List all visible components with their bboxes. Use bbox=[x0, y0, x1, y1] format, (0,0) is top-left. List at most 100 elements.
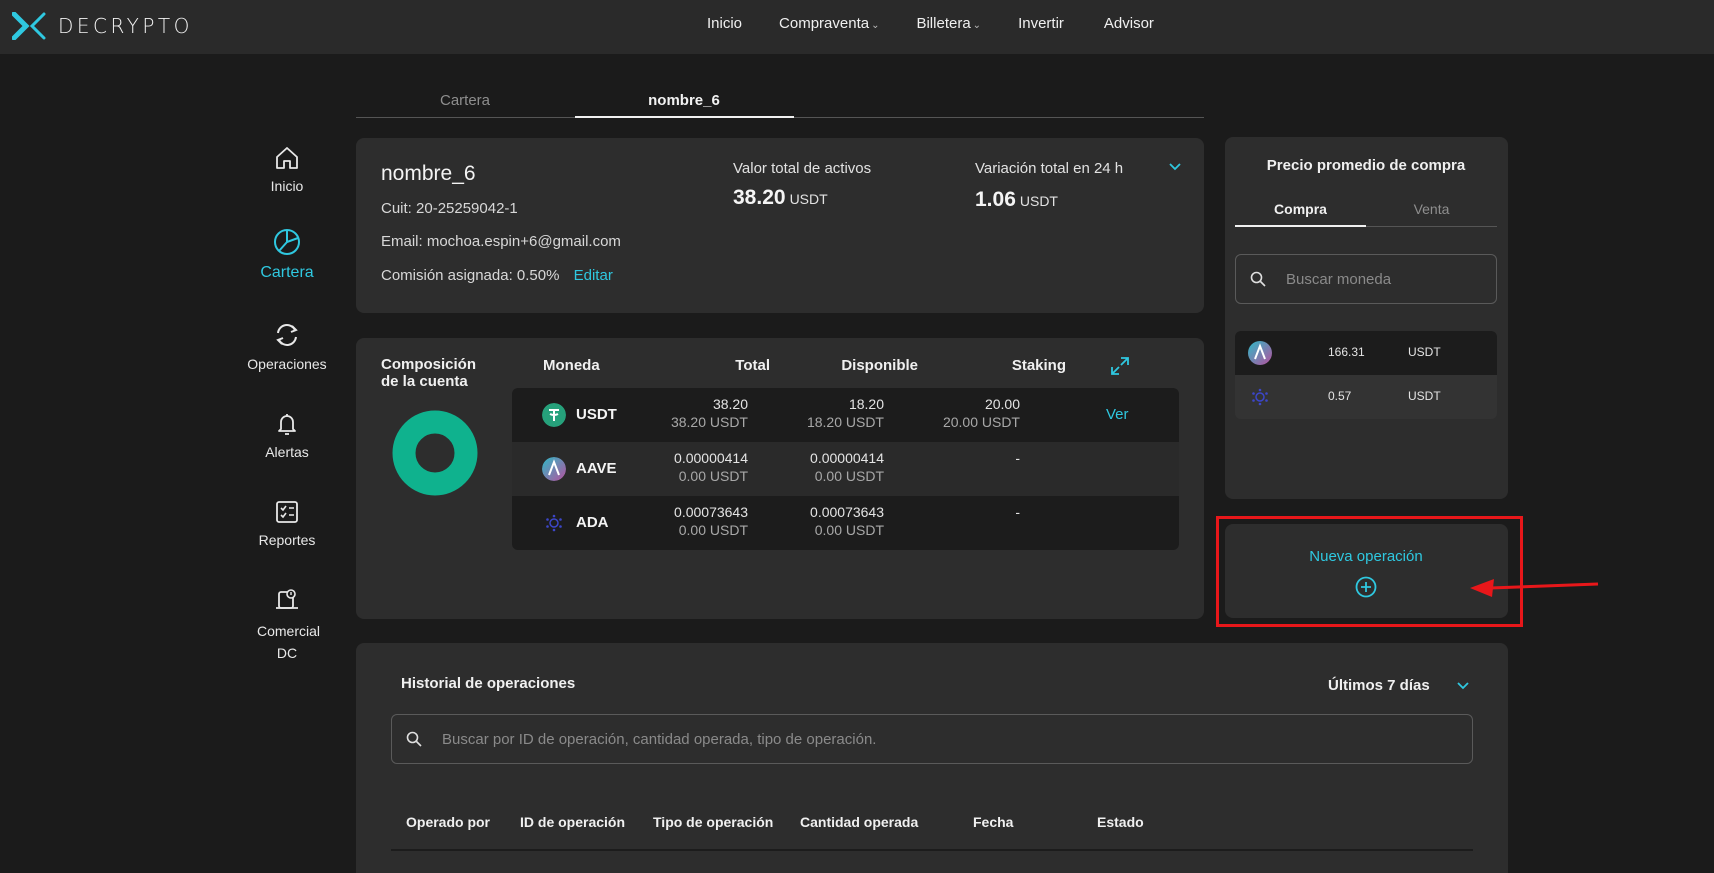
cardano-icon bbox=[1252, 388, 1268, 406]
column-header-disponible: Disponible bbox=[841, 357, 918, 374]
sidebar-item-label: Comercial DC bbox=[257, 623, 321, 661]
sidebar-item-reportes[interactable]: Reportes bbox=[240, 498, 334, 548]
exchange-icon bbox=[276, 324, 298, 346]
coin-search bbox=[1235, 254, 1497, 304]
account-tabs: Cartera nombre_6 bbox=[356, 86, 1204, 118]
variation-unit: USDT bbox=[1019, 193, 1058, 209]
staking-amount: 20.00 bbox=[984, 396, 1020, 412]
total-usdt: 0.00 USDT bbox=[678, 468, 748, 484]
tab-venta[interactable]: Venta bbox=[1366, 201, 1497, 217]
account-commission-row: Comisión asignada: 0.50% Editar bbox=[381, 267, 613, 284]
expand-icon[interactable] bbox=[1110, 356, 1130, 376]
list-item[interactable]: 0.57 USDT bbox=[1235, 375, 1497, 419]
composition-donut bbox=[392, 410, 478, 496]
sidebar-item-comercial[interactable]: Comercial DC bbox=[240, 586, 334, 664]
avg-price-tabs: Compra Venta bbox=[1235, 199, 1497, 227]
composition-title: Composición de la cuenta bbox=[381, 356, 477, 390]
avg-price-unit: USDT bbox=[1408, 389, 1441, 403]
history-search-input[interactable] bbox=[442, 715, 1462, 763]
available-usdt: 0.00 USDT bbox=[814, 468, 884, 484]
staking-amount: - bbox=[1015, 450, 1020, 466]
account-cuit: Cuit: 20-25259042-1 bbox=[381, 200, 518, 217]
cardano-icon bbox=[546, 514, 562, 532]
history-title: Historial de operaciones bbox=[401, 675, 576, 692]
sidebar-item-label: Cartera bbox=[260, 264, 314, 281]
column-header-operado-por: Operado por bbox=[406, 814, 491, 830]
view-staking-link[interactable]: Ver bbox=[1106, 406, 1129, 423]
account-email: Email: mochoa.espin+6@gmail.com bbox=[381, 233, 621, 250]
total-assets-amount: 38.20 bbox=[733, 186, 786, 209]
total-assets-value: 38.20 USDT bbox=[733, 186, 828, 210]
edit-commission-link[interactable]: Editar bbox=[574, 267, 613, 284]
aave-icon bbox=[1248, 341, 1272, 365]
history-range-dropdown[interactable]: Últimos 7 días bbox=[1328, 677, 1470, 694]
variation-value: 1.06 USDT bbox=[975, 188, 1058, 212]
column-header-moneda: Moneda bbox=[543, 357, 600, 374]
staking-usdt: 20.00 USDT bbox=[942, 414, 1020, 430]
avg-price-title: Precio promedio de compra bbox=[1266, 157, 1466, 174]
chevron-down-icon bbox=[1457, 682, 1469, 690]
sidebar-item-cartera[interactable]: Cartera bbox=[240, 226, 334, 282]
active-tab-indicator bbox=[1235, 225, 1366, 227]
decrypto-logo-icon bbox=[12, 12, 46, 40]
commercial-icon bbox=[276, 589, 298, 609]
available-usdt: 0.00 USDT bbox=[814, 522, 884, 538]
nav-compraventa[interactable]: Compraventa ⌄ bbox=[779, 15, 879, 32]
main-nav: Inicio Compraventa ⌄ Billetera ⌄ Invertir … bbox=[707, 15, 1154, 32]
avg-price-value: 166.31 bbox=[1328, 345, 1365, 359]
table-row: ADA 0.00073643 0.00 USDT 0.00073643 0.00 U… bbox=[512, 496, 1179, 550]
sidebar-item-operaciones[interactable]: Operaciones bbox=[240, 320, 334, 372]
account-commission: Comisión asignada: 0.50% bbox=[381, 267, 560, 284]
available-cell: 0.00000414 0.00 USDT bbox=[734, 450, 884, 484]
total-cell: 38.20 38.20 USDT bbox=[598, 396, 748, 430]
variation-amount: 1.06 bbox=[975, 188, 1016, 211]
nav-invertir[interactable]: Invertir bbox=[1018, 15, 1064, 32]
tether-icon bbox=[542, 403, 566, 427]
total-usdt: 38.20 USDT bbox=[670, 414, 748, 430]
sidebar-item-inicio[interactable]: Inicio bbox=[240, 144, 334, 194]
coin-search-input[interactable] bbox=[1286, 255, 1486, 303]
total-usdt: 0.00 USDT bbox=[678, 522, 748, 538]
chevron-down-icon[interactable] bbox=[1168, 162, 1182, 172]
account-name: nombre_6 bbox=[381, 162, 476, 185]
tab-cartera[interactable]: Cartera bbox=[356, 92, 574, 109]
tab-nombre-6[interactable]: nombre_6 bbox=[575, 92, 793, 109]
total-cell: 0.00073643 0.00 USDT bbox=[598, 504, 748, 538]
pie-chart-icon bbox=[274, 229, 300, 255]
staking-cell: - bbox=[870, 450, 1020, 466]
chevron-down-icon: ⌄ bbox=[871, 20, 880, 31]
logo[interactable]: DECRYPTO bbox=[12, 12, 193, 40]
sidebar-item-label: Operaciones bbox=[247, 356, 327, 372]
nav-advisor[interactable]: Advisor bbox=[1104, 15, 1154, 32]
sidebar-item-alertas[interactable]: Alertas bbox=[240, 410, 334, 460]
aave-icon bbox=[542, 457, 566, 481]
active-tab-indicator bbox=[575, 116, 794, 118]
avg-price-unit: USDT bbox=[1408, 345, 1441, 359]
arrow-left-icon bbox=[1470, 579, 1599, 597]
nav-inicio[interactable]: Inicio bbox=[707, 15, 742, 32]
total-assets-label: Valor total de activos bbox=[733, 160, 872, 177]
column-header-id: ID de operación bbox=[520, 814, 626, 830]
nav-compraventa-label: Compraventa bbox=[779, 15, 870, 32]
available-usdt: 18.20 USDT bbox=[806, 414, 884, 430]
nav-billetera-label: Billetera bbox=[916, 15, 971, 32]
search-icon bbox=[406, 731, 422, 747]
history-card: Historial de operaciones Últimos 7 días … bbox=[356, 643, 1508, 873]
list-item[interactable]: 166.31 USDT bbox=[1235, 331, 1497, 375]
bell-icon bbox=[278, 414, 296, 435]
table-row: AAVE 0.00000414 0.00 USDT 0.00000414 0.00 … bbox=[512, 442, 1179, 496]
column-header-fecha: Fecha bbox=[973, 814, 1014, 830]
variation-label: Variación total en 24 h bbox=[975, 160, 1124, 177]
staking-cell: - bbox=[870, 504, 1020, 520]
column-header-staking: Staking bbox=[1011, 357, 1066, 374]
avg-price-value: 0.57 bbox=[1328, 389, 1352, 403]
staking-cell: 20.00 20.00 USDT bbox=[870, 396, 1020, 430]
available-cell: 0.00073643 0.00 USDT bbox=[734, 504, 884, 538]
balances-table: USDT 38.20 38.20 USDT 18.20 18.20 USDT 20.… bbox=[512, 388, 1179, 550]
top-navbar: DECRYPTO Inicio Compraventa ⌄ Billetera ⌄ … bbox=[0, 0, 1714, 54]
sidebar-item-label: Alertas bbox=[265, 444, 309, 460]
nav-billetera[interactable]: Billetera ⌄ bbox=[916, 15, 981, 32]
brand-name: DECRYPTO bbox=[58, 14, 193, 38]
report-checklist-icon bbox=[276, 501, 298, 523]
tab-compra[interactable]: Compra bbox=[1235, 201, 1366, 217]
